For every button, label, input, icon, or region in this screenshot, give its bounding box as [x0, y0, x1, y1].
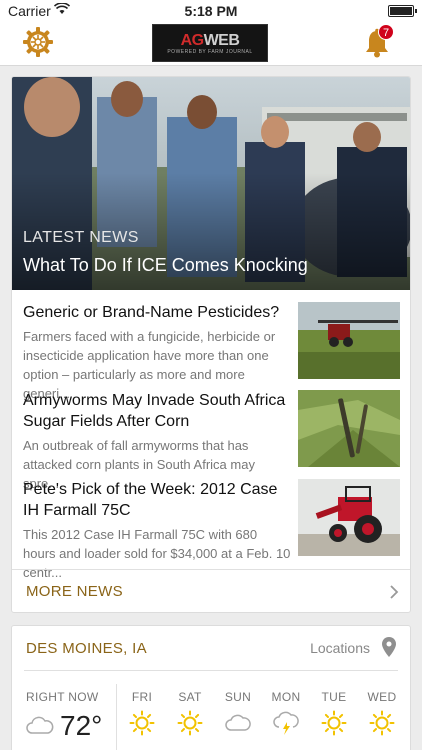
article-text: Pete's Pick of the Week: 2012 Case IH Fa… — [23, 479, 293, 582]
cloud-icon — [26, 716, 54, 734]
weather-vertical-divider — [116, 684, 117, 750]
news-card: LATEST NEWS What To Do If ICE Comes Knoc… — [11, 76, 411, 613]
article-title: Pete's Pick of the Week: 2012 Case IH Fa… — [23, 481, 278, 519]
cloud-icon — [225, 714, 251, 731]
forecast-day-name: WED — [367, 690, 397, 704]
status-bar: Carrier 5:18 PM — [0, 0, 422, 22]
logo-web-text: WEB — [203, 32, 240, 49]
forecast-day-name: FRI — [131, 690, 153, 704]
tractor-thumbnail — [298, 479, 400, 556]
notification-badge: 7 — [378, 24, 394, 40]
hero-kicker: LATEST NEWS — [23, 229, 139, 246]
news-article-1[interactable]: Generic or Brand-Name Pesticides? Farmer… — [23, 302, 400, 401]
logo-tagline: POWERED BY FARM JOURNAL — [167, 49, 253, 55]
hero-title: What To Do If ICE Comes Knocking — [23, 255, 308, 275]
forecast-day-name: TUE — [321, 690, 347, 704]
news-article-2[interactable]: Armyworms May Invade South Africa Sugar … — [23, 390, 400, 491]
hero-story[interactable]: LATEST NEWS What To Do If ICE Comes Knoc… — [12, 77, 410, 290]
news-article-3[interactable]: Pete's Pick of the Week: 2012 Case IH Fa… — [23, 479, 400, 580]
weather-divider — [24, 670, 398, 671]
forecast-day-name: SAT — [178, 690, 202, 704]
gear-icon[interactable] — [22, 26, 54, 58]
sprayer-thumbnail — [298, 302, 400, 379]
sun-icon — [177, 710, 203, 736]
forecast-day-sat: SAT — [166, 690, 214, 736]
right-now-label: RIGHT NOW — [26, 690, 99, 704]
weather-city: DES MOINES, IA — [26, 640, 147, 657]
sun-icon — [129, 710, 155, 736]
forecast-day-sun: SUN — [214, 690, 262, 736]
locations-link[interactable]: Locations — [310, 640, 370, 656]
logo-wordmark: AGWEB — [153, 25, 267, 49]
more-news-label: MORE NEWS — [26, 583, 123, 600]
article-text: Generic or Brand-Name Pesticides? Farmer… — [23, 302, 293, 403]
forecast-day-tue: TUE — [310, 690, 358, 736]
sun-icon — [321, 710, 347, 736]
location-pin-icon[interactable] — [382, 637, 396, 657]
battery-icon — [388, 5, 417, 17]
armyworm-thumbnail — [298, 390, 400, 467]
article-title: Armyworms May Invade South Africa Sugar … — [23, 392, 286, 430]
sun-icon — [369, 710, 395, 736]
forecast-day-wed: WED — [358, 690, 406, 736]
weather-card: DES MOINES, IA Locations RIGHT NOW 72° F… — [11, 625, 411, 750]
status-time: 5:18 PM — [184, 3, 238, 19]
agweb-logo[interactable]: AGWEB POWERED BY FARM JOURNAL — [152, 24, 268, 62]
current-temperature: 72° — [60, 710, 103, 741]
thunder-icon — [273, 711, 299, 735]
logo-ag-text: AG — [180, 32, 205, 49]
more-news-button[interactable]: MORE NEWS — [12, 569, 410, 612]
chevron-right-icon — [390, 585, 399, 599]
article-title: Generic or Brand-Name Pesticides? — [23, 304, 280, 321]
top-nav-bar: AGWEB POWERED BY FARM JOURNAL 7 — [0, 22, 422, 66]
forecast-day-name: MON — [271, 690, 301, 704]
forecast-day-name: SUN — [224, 690, 252, 704]
forecast-day-fri: FRI — [118, 690, 166, 736]
forecast-day-mon: MON — [262, 690, 310, 736]
article-text: Armyworms May Invade South Africa Sugar … — [23, 390, 293, 493]
